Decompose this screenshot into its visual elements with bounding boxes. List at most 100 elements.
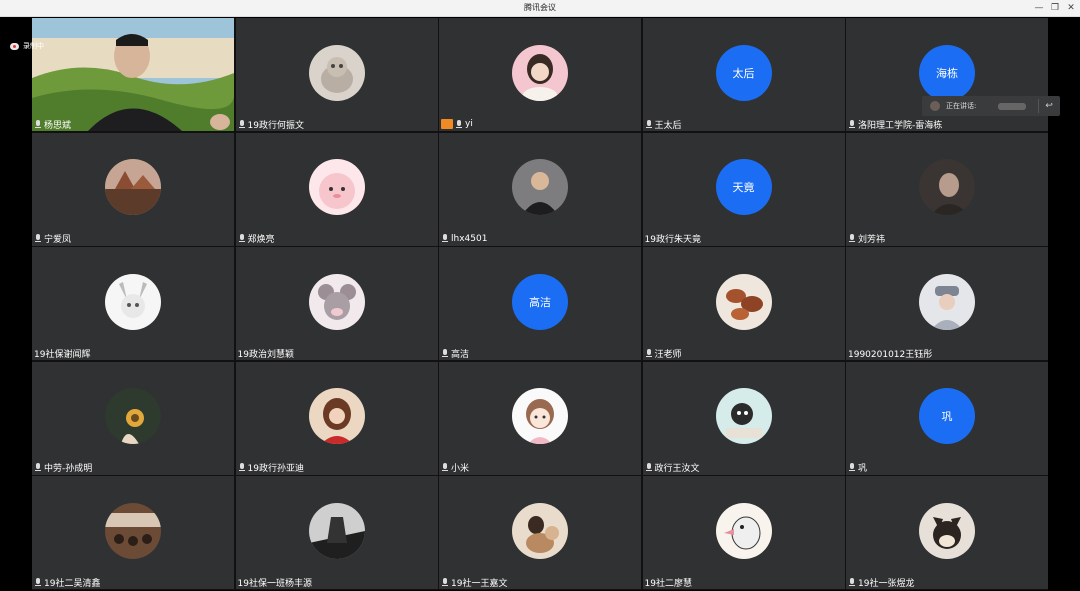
- participant-tile[interactable]: 杨思斌: [32, 18, 234, 131]
- participant-name-bar: 1990201012王钰彤: [848, 347, 933, 360]
- participant-avatar: [105, 388, 161, 444]
- participant-tile[interactable]: 19政行孙亚迪: [235, 361, 438, 475]
- participant-tile[interactable]: lhx4501: [439, 132, 641, 246]
- record-icon: [10, 42, 19, 50]
- participant-tile[interactable]: 19政行何振文: [235, 18, 438, 131]
- mic-muted-icon: [848, 234, 856, 243]
- mic-muted-icon: [455, 119, 463, 129]
- mic-muted-icon: [441, 577, 449, 587]
- participant-tile[interactable]: 19社保一班杨丰源: [235, 476, 438, 589]
- participant-tile[interactable]: 19社二廖慧: [642, 476, 845, 589]
- participant-name-bar: yi: [441, 118, 473, 130]
- participant-name: 1990201012王钰彤: [848, 349, 933, 360]
- participant-name-bar: 汪老师: [645, 347, 682, 360]
- participant-avatar: [919, 273, 975, 330]
- participant-avatar: [308, 388, 365, 444]
- participant-name-bar: 19政行何振文: [238, 118, 304, 131]
- participant-tile[interactable]: 19社一张煜龙: [846, 476, 1048, 589]
- participant-name: 郑焕亮: [247, 235, 275, 245]
- speaking-label: 正在讲话:: [946, 102, 977, 110]
- participant-tile[interactable]: 19社一王嘉文: [439, 476, 641, 589]
- participant-tile[interactable]: 太后 王太后: [642, 18, 845, 131]
- restore-button[interactable]: ❐: [1048, 1, 1062, 15]
- participant-avatar: [715, 502, 772, 559]
- participant-avatar: [715, 388, 772, 444]
- participant-avatar: [512, 159, 568, 215]
- participant-tile[interactable]: 高洁 高洁: [439, 247, 641, 360]
- speaker-names-blurred: [998, 102, 1027, 110]
- title-bar: 腾讯会议 — ❐ ✕: [0, 0, 1080, 17]
- participant-tile[interactable]: 中劳-孙成明: [32, 361, 234, 475]
- mic-muted-icon: [34, 463, 42, 472]
- participant-name-bar: 高洁: [441, 347, 469, 360]
- participant-tile[interactable]: yi: [439, 18, 641, 131]
- recording-label: 录制中: [23, 42, 44, 50]
- participant-name-bar: 中劳-孙成明: [34, 462, 92, 474]
- participant-tile[interactable]: 刘芳祎: [846, 132, 1048, 246]
- participant-name: 19政治刘慧颖: [237, 349, 294, 360]
- participant-name: 19政行何振文: [247, 120, 304, 131]
- participant-name-bar: 郑焕亮: [238, 233, 275, 245]
- participant-name: yi: [465, 119, 473, 129]
- mic-muted-icon: [441, 463, 449, 472]
- participant-tile[interactable]: 19社二吴清鑫: [32, 476, 234, 589]
- speaker-avatar-icon: [930, 101, 940, 111]
- participant-name-bar: 刘芳祎: [848, 233, 885, 245]
- participant-avatar: [105, 159, 161, 215]
- participant-tile[interactable]: 巩巩: [846, 361, 1048, 475]
- mic-icon: [34, 119, 42, 129]
- speaking-panel[interactable]: 正在讲话: ↩: [922, 96, 1060, 116]
- mic-muted-icon: [645, 119, 653, 129]
- user-badge-icon: [441, 119, 453, 129]
- participant-name-bar: 政行王汝文: [645, 462, 700, 474]
- mic-muted-icon: [848, 577, 856, 587]
- participant-name-bar: 19社二廖慧: [644, 576, 692, 589]
- mic-muted-icon: [238, 234, 246, 243]
- participant-name: 19社保一班杨丰源: [237, 578, 312, 589]
- mic-muted-icon: [238, 119, 246, 129]
- participant-tile[interactable]: 汪老师: [642, 247, 845, 360]
- participant-name: 中劳-孙成明: [44, 464, 93, 474]
- participant-name: 19社一王嘉文: [451, 578, 508, 589]
- participant-grid: 杨思斌 19政行何振文 yi 太后 王太后 海栋洛阳理工学院-雷海栋宁爱凤 郑焕亮 lhx45…: [32, 18, 1048, 590]
- reply-icon[interactable]: ↩: [1045, 101, 1053, 111]
- participant-name: 杨思斌: [44, 120, 72, 131]
- participant-name: 19社二吴清鑫: [44, 578, 101, 589]
- participant-tile[interactable]: 小米: [439, 361, 641, 475]
- participant-tile[interactable]: 宁爱凤: [32, 132, 234, 246]
- participant-name: 汪老师: [654, 349, 682, 360]
- participant-name: 19社一张煜龙: [858, 578, 915, 589]
- participant-tile[interactable]: 1990201012王钰彤: [846, 247, 1048, 360]
- mic-muted-icon: [34, 577, 42, 587]
- participant-avatar: 天竟: [715, 159, 772, 215]
- participant-avatar: [512, 44, 568, 101]
- participant-name-bar: 19社一王嘉文: [441, 576, 508, 589]
- window-title: 腾讯会议: [524, 3, 556, 12]
- participant-tile[interactable]: 19社保谢闻辉: [32, 247, 234, 360]
- participant-name: 小米: [451, 464, 470, 474]
- close-button[interactable]: ✕: [1064, 1, 1078, 15]
- participant-avatar: [308, 44, 365, 101]
- participant-name: 巩: [858, 464, 868, 474]
- mic-muted-icon: [848, 119, 856, 129]
- participant-name-bar: 19政治刘慧颖: [237, 347, 294, 360]
- participant-name-bar: 19政行朱天竟: [645, 233, 701, 245]
- participant-name: 刘芳祎: [858, 235, 886, 245]
- participant-name: 19社二廖慧: [644, 578, 692, 589]
- participant-name: 洛阳理工学院-雷海栋: [858, 120, 943, 131]
- mic-muted-icon: [238, 463, 246, 472]
- participant-tile[interactable]: 政行王汝文: [642, 361, 845, 475]
- participant-tile[interactable]: 郑焕亮: [235, 132, 438, 246]
- participant-name-bar: 宁爱凤: [34, 233, 71, 245]
- participant-name-bar: 19社保一班杨丰源: [237, 576, 312, 589]
- participant-avatar: [105, 502, 161, 559]
- participant-name-bar: 巩: [848, 462, 867, 474]
- participant-avatar: [512, 502, 568, 559]
- participant-tile[interactable]: 19政治刘慧颖: [235, 247, 438, 360]
- participant-avatar: 海栋: [919, 44, 975, 101]
- recording-indicator[interactable]: 录制中: [10, 41, 44, 51]
- participant-tile[interactable]: 天竟 19政行朱天竟: [642, 132, 845, 246]
- participant-name: 王太后: [654, 120, 682, 131]
- minimize-button[interactable]: —: [1032, 1, 1046, 15]
- participant-name-bar: 杨思斌: [34, 118, 72, 131]
